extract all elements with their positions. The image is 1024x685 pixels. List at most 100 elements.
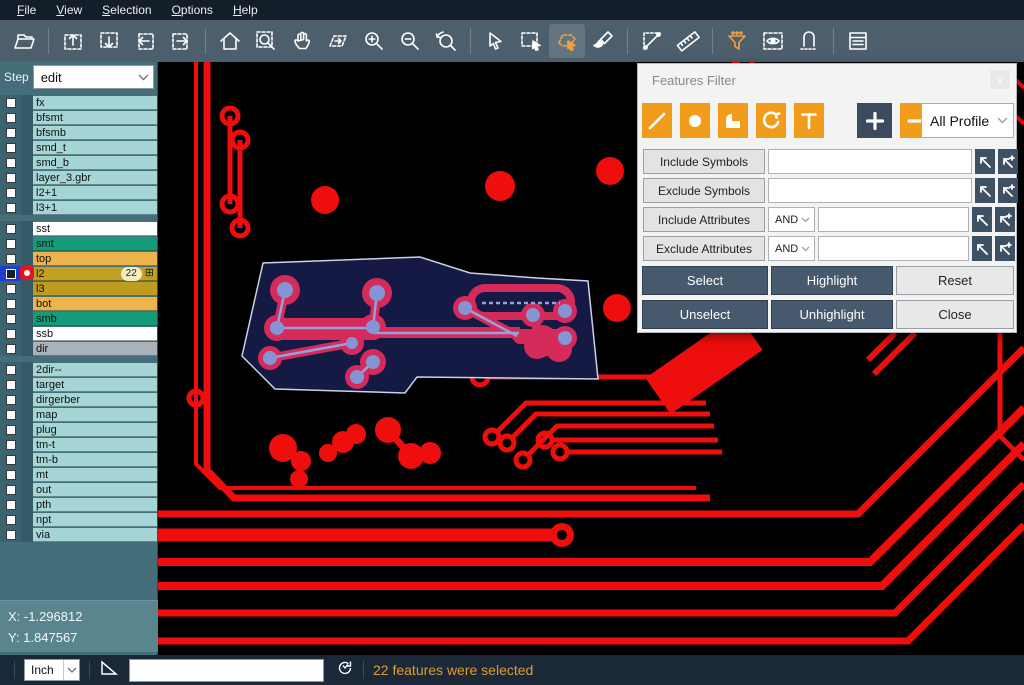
layer-row-l2[interactable]: l222⊞ — [0, 266, 157, 281]
layer-name[interactable]: dirgerber — [33, 393, 157, 407]
select-rectangle-icon[interactable] — [513, 24, 549, 58]
line-feature-icon[interactable] — [642, 103, 672, 138]
layer-checkbox[interactable] — [6, 284, 16, 294]
layer-checkbox[interactable] — [6, 470, 16, 480]
layer-checkbox[interactable] — [6, 269, 16, 279]
pan-down-icon[interactable] — [91, 24, 127, 58]
pick-add-from-screen-icon[interactable] — [995, 207, 1015, 232]
pan-right-icon[interactable] — [163, 24, 199, 58]
menu-file[interactable]: File — [8, 1, 45, 19]
layer-checkbox[interactable] — [6, 500, 16, 510]
exclude-attributes-operator-select[interactable]: AND — [768, 236, 815, 261]
layer-row-ssb[interactable]: ssb — [0, 326, 157, 341]
layer-checkbox[interactable] — [6, 410, 16, 420]
layer-table-icon[interactable]: ⊞ — [145, 268, 154, 279]
layer-checkbox[interactable] — [6, 98, 16, 108]
layer-row-smb[interactable]: smb — [0, 311, 157, 326]
text-feature-icon[interactable] — [794, 103, 824, 138]
layer-name[interactable]: 2dir-- — [33, 363, 157, 377]
layer-checkbox[interactable] — [6, 455, 16, 465]
include-symbols-input[interactable] — [768, 149, 972, 174]
layer-name[interactable]: l3+1 — [33, 201, 157, 215]
layer-row-bfsmb[interactable]: bfsmb — [0, 125, 157, 140]
units-select[interactable]: Inch — [24, 659, 80, 681]
layer-row-sst[interactable]: sst — [0, 221, 157, 236]
layer-name[interactable]: top — [33, 252, 157, 266]
layer-checkbox[interactable] — [6, 380, 16, 390]
layer-row-2dir--[interactable]: 2dir-- — [0, 362, 157, 377]
layer-checkbox[interactable] — [6, 128, 16, 138]
layer-row-smd_t[interactable]: smd_t — [0, 140, 157, 155]
zoom-out-icon[interactable] — [392, 24, 428, 58]
layer-name[interactable]: fx — [33, 96, 157, 110]
layer-checkbox[interactable] — [6, 299, 16, 309]
snap-angle-icon[interactable] — [99, 659, 119, 682]
pan-hand-icon[interactable] — [284, 24, 320, 58]
zoom-in-icon[interactable] — [356, 24, 392, 58]
layer-row-via[interactable]: via — [0, 527, 157, 542]
profile-select[interactable]: All Profile — [921, 103, 1014, 138]
pick-add-from-screen-icon[interactable] — [998, 149, 1018, 174]
menu-view[interactable]: View — [47, 1, 91, 19]
layer-checkbox[interactable] — [6, 158, 16, 168]
layer-name[interactable]: smd_t — [33, 141, 157, 155]
layer-name[interactable]: l222⊞ — [33, 267, 157, 281]
pick-from-screen-icon[interactable] — [972, 236, 992, 261]
layer-checkbox[interactable] — [6, 203, 16, 213]
highlight-button[interactable]: Highlight — [771, 266, 893, 295]
layer-checkbox[interactable] — [6, 143, 16, 153]
exclude-attributes-button[interactable]: Exclude Attributes — [643, 236, 765, 261]
layer-name[interactable]: npt — [33, 513, 157, 527]
arc-feature-icon[interactable] — [756, 103, 786, 138]
menu-help[interactable]: Help — [224, 1, 267, 19]
layer-row-tm-t[interactable]: tm-t — [0, 437, 157, 452]
refresh-icon[interactable] — [336, 659, 354, 682]
layer-checkbox[interactable] — [6, 113, 16, 123]
close-button[interactable]: Close — [896, 300, 1014, 329]
layer-name[interactable]: target — [33, 378, 157, 392]
zoom-window-icon[interactable] — [248, 24, 284, 58]
layer-row-bot[interactable]: bot — [0, 296, 157, 311]
layer-name[interactable]: tm-b — [33, 453, 157, 467]
select-polygon-icon[interactable] — [549, 24, 585, 58]
layer-name[interactable]: tm-t — [33, 438, 157, 452]
unhighlight-button[interactable]: Unhighlight — [771, 300, 893, 329]
layer-checkbox[interactable] — [6, 314, 16, 324]
pick-add-from-screen-icon[interactable] — [995, 236, 1015, 261]
layer-checkbox[interactable] — [6, 344, 16, 354]
layer-name[interactable]: out — [33, 483, 157, 497]
layer-row-plug[interactable]: plug — [0, 422, 157, 437]
close-icon[interactable]: x — [990, 70, 1010, 89]
layer-name[interactable]: sst — [33, 222, 157, 236]
layer-row-smd_b[interactable]: smd_b — [0, 155, 157, 170]
layer-name[interactable]: pth — [33, 498, 157, 512]
layer-name[interactable]: dir — [33, 342, 157, 356]
command-input[interactable] — [129, 659, 324, 682]
menu-options[interactable]: Options — [163, 1, 222, 19]
layer-checkbox[interactable] — [6, 254, 16, 264]
layer-name[interactable]: map — [33, 408, 157, 422]
layer-row-map[interactable]: map — [0, 407, 157, 422]
layer-row-smt[interactable]: smt — [0, 236, 157, 251]
layer-checkbox[interactable] — [6, 365, 16, 375]
layer-name[interactable]: via — [33, 528, 157, 542]
layer-row-mt[interactable]: mt — [0, 467, 157, 482]
open-folder-icon[interactable] — [6, 24, 42, 58]
layer-name[interactable]: ssb — [33, 327, 157, 341]
unselect-button[interactable]: Unselect — [642, 300, 768, 329]
surface-feature-icon[interactable] — [718, 103, 748, 138]
layer-row-target[interactable]: target — [0, 377, 157, 392]
layer-row-l3[interactable]: l3 — [0, 281, 157, 296]
layer-checkbox[interactable] — [6, 239, 16, 249]
layer-row-l3+1[interactable]: l3+1 — [0, 200, 157, 215]
layer-name[interactable]: smd_b — [33, 156, 157, 170]
layer-row-layer_3.gbr[interactable]: layer_3.gbr — [0, 170, 157, 185]
exclude-symbols-button[interactable]: Exclude Symbols — [643, 178, 765, 203]
pick-add-from-screen-icon[interactable] — [998, 178, 1018, 203]
layer-name[interactable]: mt — [33, 468, 157, 482]
measure-ruler-icon[interactable] — [670, 24, 706, 58]
layer-name[interactable]: l2+1 — [33, 186, 157, 200]
layer-name[interactable]: bot — [33, 297, 157, 311]
layer-name[interactable]: smt — [33, 237, 157, 251]
select-cursor-icon[interactable] — [477, 24, 513, 58]
